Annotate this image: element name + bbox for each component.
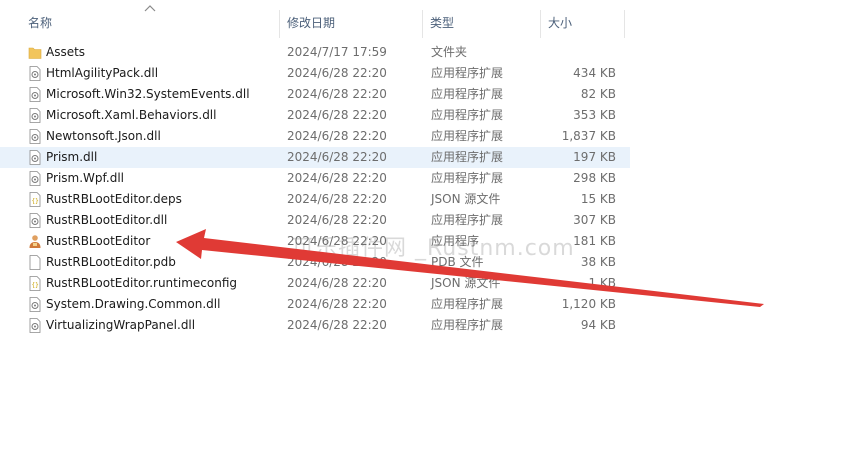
file-row[interactable]: VirtualizingWrapPanel.dll 2024/6/28 22:20…	[0, 315, 630, 336]
file-size: 82 KB	[580, 87, 616, 101]
dll-icon	[28, 66, 42, 81]
file-date: 2024/6/28 22:20	[287, 171, 387, 185]
svg-text:{}: {}	[32, 198, 39, 205]
file-row[interactable]: Prism.dll 2024/6/28 22:20 应用程序扩展 197 KB	[0, 147, 630, 168]
file-name: Microsoft.Win32.SystemEvents.dll	[46, 87, 250, 101]
file-name: Assets	[46, 45, 86, 59]
file-type: 应用程序扩展	[431, 213, 504, 227]
folder-icon	[28, 45, 42, 60]
file-date: 2024/6/28 22:20	[287, 213, 387, 227]
file-size: 181 KB	[573, 234, 616, 248]
file-date: 2024/6/28 22:20	[287, 192, 387, 206]
file-size: 197 KB	[573, 150, 616, 164]
file-row[interactable]: Microsoft.Xaml.Behaviors.dll 2024/6/28 22…	[0, 105, 630, 126]
file-row[interactable]: RustRBLootEditor.dll 2024/6/28 22:20 应用程序扩…	[0, 210, 630, 231]
column-divider[interactable]	[540, 10, 541, 38]
file-explorer: 名称 修改日期 类型 大小 Assets 2024/7/17 17:59 文件夹 Ht…	[0, 0, 852, 469]
file-date: 2024/6/28 22:20	[287, 66, 387, 80]
file-type: 应用程序扩展	[431, 129, 504, 143]
file-row[interactable]: Microsoft.Win32.SystemEvents.dll 2024/6/2…	[0, 84, 630, 105]
file-type: 应用程序扩展	[431, 318, 504, 332]
file-size: 38 KB	[580, 255, 616, 269]
file-date: 2024/6/28 22:20	[287, 297, 387, 311]
file-name: System.Drawing.Common.dll	[46, 297, 221, 311]
json-icon: {}	[28, 276, 42, 291]
file-type: JSON 源文件	[431, 192, 501, 206]
file-date: 2024/6/28 22:20	[287, 234, 387, 248]
file-list: Assets 2024/7/17 17:59 文件夹 HtmlAgilityPack.…	[0, 42, 630, 336]
file-type: 文件夹	[431, 45, 468, 59]
app-icon	[28, 234, 42, 249]
file-row[interactable]: Assets 2024/7/17 17:59 文件夹	[0, 42, 630, 63]
json-icon: {}	[28, 192, 42, 207]
file-type: PDB 文件	[431, 255, 484, 269]
file-type: 应用程序扩展	[431, 108, 504, 122]
dll-icon	[28, 129, 42, 144]
file-row[interactable]: RustRBLootEditor.pdb 2024/6/28 22:20 PDB 文…	[0, 252, 630, 273]
file-type: 应用程序扩展	[431, 66, 504, 80]
file-row[interactable]: {} RustRBLootEditor.deps 2024/6/28 22:20 JS…	[0, 189, 630, 210]
file-size: 1,837 KB	[561, 129, 616, 143]
file-type: 应用程序	[431, 234, 480, 248]
column-divider[interactable]	[279, 10, 280, 38]
file-date: 2024/6/28 22:20	[287, 150, 387, 164]
dll-icon	[28, 150, 42, 165]
dll-icon	[28, 108, 42, 123]
file-type: 应用程序扩展	[431, 150, 504, 164]
svg-text:{}: {}	[32, 282, 39, 289]
file-icon	[28, 255, 42, 270]
file-row[interactable]: HtmlAgilityPack.dll 2024/6/28 22:20 应用程序扩展…	[0, 63, 630, 84]
file-name: HtmlAgilityPack.dll	[46, 66, 159, 80]
file-row[interactable]: RustRBLootEditor 2024/6/28 22:20 应用程序 181 K…	[0, 231, 630, 252]
file-row[interactable]: Newtonsoft.Json.dll 2024/6/28 22:20 应用程序扩展…	[0, 126, 630, 147]
column-divider[interactable]	[624, 10, 625, 38]
file-name: RustRBLootEditor.deps	[46, 192, 182, 206]
file-row[interactable]: System.Drawing.Common.dll 2024/6/28 22:20…	[0, 294, 630, 315]
file-name: RustRBLootEditor.dll	[46, 213, 168, 227]
file-size: 307 KB	[573, 213, 616, 227]
file-date: 2024/7/17 17:59	[287, 45, 387, 59]
dll-icon	[28, 171, 42, 186]
dll-icon	[28, 87, 42, 102]
file-type: 应用程序扩展	[431, 171, 504, 185]
file-date: 2024/6/28 22:20	[287, 87, 387, 101]
column-header-name[interactable]: 名称	[22, 10, 277, 36]
file-type: JSON 源文件	[431, 276, 501, 290]
file-size: 298 KB	[573, 171, 616, 185]
file-row[interactable]: {} RustRBLootEditor.runtimeconfig 2024/6/2…	[0, 273, 630, 294]
file-type: 应用程序扩展	[431, 87, 504, 101]
file-name: RustRBLootEditor	[46, 234, 151, 248]
dll-icon	[28, 297, 42, 312]
dll-icon	[28, 213, 42, 228]
column-divider[interactable]	[422, 10, 423, 38]
file-size: 94 KB	[580, 318, 616, 332]
column-header-bar: 名称 修改日期 类型 大小	[0, 0, 630, 40]
file-name: Prism.Wpf.dll	[46, 171, 124, 185]
file-name: Microsoft.Xaml.Behaviors.dll	[46, 108, 217, 122]
file-name: RustRBLootEditor.runtimeconfig	[46, 276, 237, 290]
file-row[interactable]: Prism.Wpf.dll 2024/6/28 22:20 应用程序扩展 298 KB	[0, 168, 630, 189]
file-size: 1 KB	[588, 276, 616, 290]
column-header-size[interactable]: 大小	[542, 10, 622, 36]
file-date: 2024/6/28 22:20	[287, 108, 387, 122]
file-name: Prism.dll	[46, 150, 98, 164]
file-size: 353 KB	[573, 108, 616, 122]
file-date: 2024/6/28 22:20	[287, 318, 387, 332]
file-date: 2024/6/28 22:20	[287, 276, 387, 290]
file-size: 434 KB	[573, 66, 616, 80]
file-name: Newtonsoft.Json.dll	[46, 129, 161, 143]
column-header-date[interactable]: 修改日期	[281, 10, 421, 36]
file-size: 1,120 KB	[561, 297, 616, 311]
file-type: 应用程序扩展	[431, 297, 504, 311]
file-name: RustRBLootEditor.pdb	[46, 255, 176, 269]
file-date: 2024/6/28 22:20	[287, 255, 387, 269]
file-date: 2024/6/28 22:20	[287, 129, 387, 143]
file-name: VirtualizingWrapPanel.dll	[46, 318, 196, 332]
dll-icon	[28, 318, 42, 333]
column-header-type[interactable]: 类型	[424, 10, 539, 36]
file-size: 15 KB	[580, 192, 616, 206]
